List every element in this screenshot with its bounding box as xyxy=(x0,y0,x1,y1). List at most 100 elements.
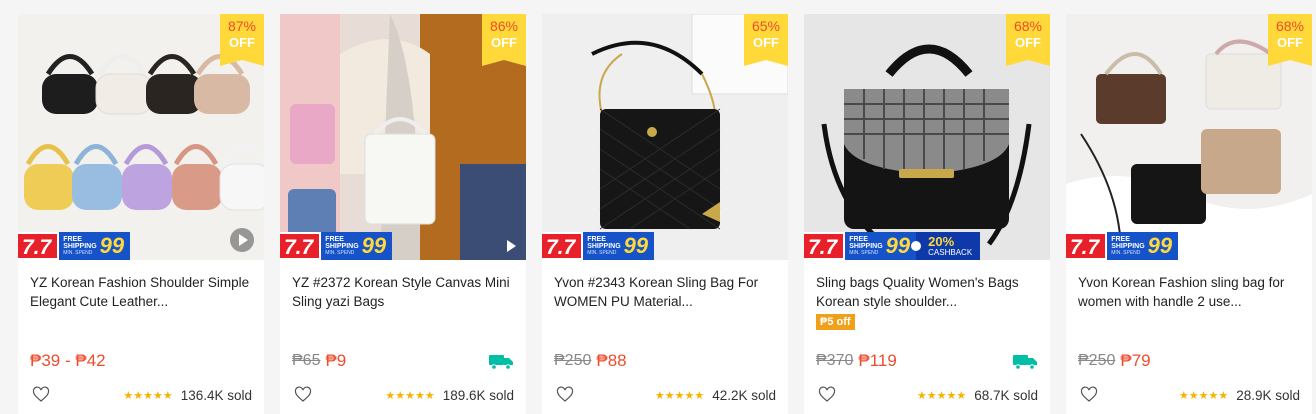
rating-stars: ★★★★★ xyxy=(385,389,435,402)
price-row: ₱39 - ₱42 xyxy=(30,350,252,372)
sale-label: 7.7 xyxy=(18,232,60,260)
min-spend-amount: 99 xyxy=(885,233,911,258)
rating-row: ★★★★★ 28.9K sold xyxy=(1078,386,1300,404)
promo-banner: 7.7 FREE SHIPPING MIN. SPEND 99 xyxy=(280,232,393,260)
sale-label: 7.7 xyxy=(280,232,322,260)
sold-count: 68.7K sold xyxy=(974,387,1038,403)
discount-percent: 65% xyxy=(751,18,781,34)
product-title[interactable]: Yvon Korean Fashion sling bag for women … xyxy=(1078,273,1300,311)
sold-count: 42.2K sold xyxy=(712,387,776,403)
min-spend-text: MIN. SPEND xyxy=(325,249,355,256)
free-text: FREE xyxy=(587,235,606,243)
product-card[interactable]: 86% OFF 7.7 FREE SHIPPING MIN. SPEND 99 … xyxy=(280,14,526,414)
product-image[interactable]: 68% OFF 7.7 FREE SHIPPING MIN. SPEND 99 xyxy=(1066,14,1312,260)
discount-off-label: OFF xyxy=(1015,35,1041,50)
price-row: ₱250 ₱88 xyxy=(554,350,776,372)
min-spend-text: MIN. SPEND xyxy=(587,249,617,256)
product-card[interactable]: 68% OFF 7.7 FREE SHIPPING MIN. SPEND 99 … xyxy=(1066,14,1312,414)
sale-label: 7.7 xyxy=(804,232,846,260)
free-text: FREE xyxy=(325,235,344,243)
rating-stars: ★★★★★ xyxy=(916,389,967,402)
rating-stars: ★★★★★ xyxy=(654,389,705,402)
price: ₱79 xyxy=(1120,351,1151,370)
price-row: ₱370 ₱119 xyxy=(816,350,1038,372)
heart-outline-icon[interactable] xyxy=(1080,386,1098,404)
free-text: FREE xyxy=(1111,235,1130,243)
free-shipping-label: FREE SHIPPING MIN. SPEND 99 xyxy=(1107,232,1179,260)
rating-row: ★★★★★ 42.2K sold xyxy=(554,386,776,404)
discount-percent: 68% xyxy=(1275,18,1305,34)
product-image[interactable]: 87% OFF 7.7 FREE SHIPPING MIN. SPEND 99 xyxy=(18,14,264,260)
discount-badge: 68% OFF xyxy=(1268,14,1312,66)
min-spend-amount: 99 xyxy=(623,233,649,258)
free-text: FREE xyxy=(63,235,82,243)
promo-banner: 7.7 FREE SHIPPING MIN. SPEND 99 xyxy=(1066,232,1179,260)
play-icon[interactable] xyxy=(507,240,516,252)
sale-label: 7.7 xyxy=(1066,232,1108,260)
discount-badge: 68% OFF xyxy=(1006,14,1050,66)
free-shipping-label: FREE SHIPPING MIN. SPEND 99 xyxy=(583,232,655,260)
min-spend-text: MIN. SPEND xyxy=(63,249,93,256)
heart-outline-icon[interactable] xyxy=(294,386,312,404)
shipping-text: SHIPPING xyxy=(325,242,359,250)
sold-count: 189.6K sold xyxy=(442,387,514,403)
product-title[interactable]: YZ Korean Fashion Shoulder Simple Elegan… xyxy=(30,273,252,311)
min-spend-text: MIN. SPEND xyxy=(849,249,879,256)
heart-outline-icon[interactable] xyxy=(556,386,574,404)
price: ₱39 - ₱42 xyxy=(30,351,106,370)
discount-off-label: OFF xyxy=(1277,35,1303,50)
product-title[interactable]: Sling bags Quality Women's Bags Korean s… xyxy=(816,273,1038,311)
min-spend-amount: 99 xyxy=(1147,233,1173,258)
free-shipping-label: FREE SHIPPING MIN. SPEND 99 xyxy=(321,232,393,260)
product-title[interactable]: Yvon #2343 Korean Sling Bag For WOMEN PU… xyxy=(554,273,776,311)
product-image[interactable]: 68% OFF 7.7 FREE SHIPPING MIN. SPEND 99 … xyxy=(804,14,1050,260)
rating-row: ★★★★★ 136.4K sold xyxy=(30,386,252,404)
min-spend-amount: 99 xyxy=(361,233,387,258)
product-card[interactable]: 87% OFF 7.7 FREE SHIPPING MIN. SPEND 99 … xyxy=(18,14,264,414)
play-icon[interactable] xyxy=(230,228,254,252)
original-price: ₱250 xyxy=(554,352,592,369)
heart-outline-icon[interactable] xyxy=(32,386,50,404)
cashback-label: 20% CASHBACK xyxy=(911,232,981,260)
promo-banner: 7.7 FREE SHIPPING MIN. SPEND 99 xyxy=(542,232,655,260)
product-grid: 87% OFF 7.7 FREE SHIPPING MIN. SPEND 99 … xyxy=(0,0,1316,414)
original-price: ₱370 xyxy=(816,352,854,369)
discount-off-label: OFF xyxy=(229,35,255,50)
sold-count: 136.4K sold xyxy=(180,387,252,403)
price: ₱9 xyxy=(325,351,347,370)
discount-percent: 86% xyxy=(489,18,519,34)
shipping-text: SHIPPING xyxy=(63,242,97,250)
rating-stars: ★★★★★ xyxy=(123,389,173,402)
cashback-text: CASHBACK xyxy=(928,248,973,257)
price-row: ₱65 ₱9 xyxy=(292,350,514,372)
price-row: ₱250 ₱79 xyxy=(1078,350,1300,372)
product-title[interactable]: YZ #2372 Korean Style Canvas Mini Sling … xyxy=(292,273,514,311)
product-image[interactable]: 86% OFF 7.7 FREE SHIPPING MIN. SPEND 99 xyxy=(280,14,526,260)
min-spend-amount: 99 xyxy=(99,233,125,258)
price: ₱88 xyxy=(596,351,627,370)
min-spend-text: MIN. SPEND xyxy=(1111,249,1141,256)
rating-row: ★★★★★ 189.6K sold xyxy=(292,386,514,404)
discount-off-label: OFF xyxy=(753,35,779,50)
shipping-text: SHIPPING xyxy=(587,242,621,250)
product-card[interactable]: 68% OFF 7.7 FREE SHIPPING MIN. SPEND 99 … xyxy=(804,14,1050,414)
rating-row: ★★★★★ 68.7K sold xyxy=(816,386,1038,404)
discount-off-label: OFF xyxy=(491,35,517,50)
discount-percent: 87% xyxy=(227,18,257,34)
promo-banner: 7.7 FREE SHIPPING MIN. SPEND 99 xyxy=(18,232,131,260)
discount-badge: 87% OFF xyxy=(220,14,264,66)
rating-stars: ★★★★★ xyxy=(1178,389,1229,402)
free-text: FREE xyxy=(849,235,868,243)
voucher-badge: ₱5 off xyxy=(816,314,855,330)
product-image[interactable]: 65% OFF 7.7 FREE SHIPPING MIN. SPEND 99 xyxy=(542,14,788,260)
cashback-percent: 20% xyxy=(928,234,955,249)
free-shipping-truck-icon xyxy=(1013,355,1037,370)
heart-outline-icon[interactable] xyxy=(818,386,836,404)
discount-badge: 65% OFF xyxy=(744,14,788,66)
original-price: ₱250 xyxy=(1078,352,1116,369)
price: ₱119 xyxy=(858,351,897,370)
free-shipping-truck-icon xyxy=(489,355,513,370)
sale-label: 7.7 xyxy=(542,232,584,260)
free-shipping-label: FREE SHIPPING MIN. SPEND 99 xyxy=(59,232,131,260)
product-card[interactable]: 65% OFF 7.7 FREE SHIPPING MIN. SPEND 99 … xyxy=(542,14,788,414)
